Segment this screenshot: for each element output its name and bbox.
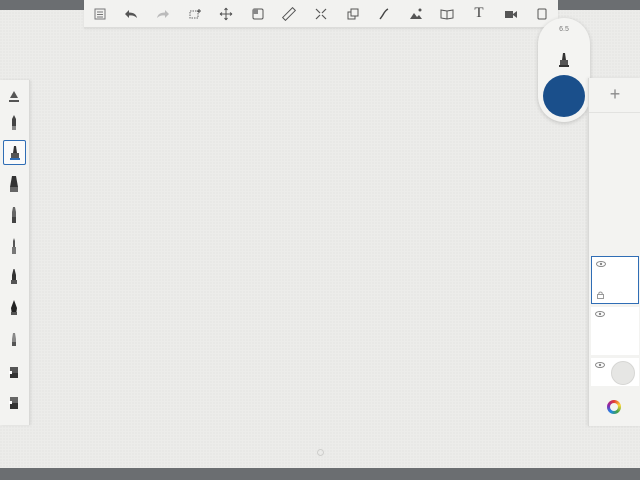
fineliner-brush-icon[interactable]: [3, 265, 25, 289]
text-glyph: T: [474, 5, 484, 21]
layer-panel: +: [588, 78, 640, 426]
symmetry-icon[interactable]: [310, 3, 332, 25]
canvas-handle[interactable]: [317, 449, 324, 456]
stroke-icon[interactable]: [373, 3, 395, 25]
image-import-icon[interactable]: [405, 3, 427, 25]
bottom-status-strip: [0, 468, 640, 480]
book-icon[interactable]: [436, 3, 458, 25]
redo-icon[interactable]: [152, 3, 174, 25]
ink-pen-brush-icon[interactable]: [3, 296, 25, 320]
eye-icon[interactable]: [595, 361, 605, 369]
color-wheel-icon[interactable]: [607, 400, 621, 414]
menu-icon[interactable]: [89, 3, 111, 25]
fill-eraser-brush-icon[interactable]: [3, 390, 25, 414]
pencil-brush-icon[interactable]: [3, 111, 25, 135]
paint-brush-icon[interactable]: [3, 140, 26, 165]
eraser-brush-icon[interactable]: [3, 359, 25, 383]
eye-icon[interactable]: [596, 260, 606, 268]
current-brush-icon[interactable]: [557, 51, 571, 69]
active-color-swatch[interactable]: [543, 75, 585, 117]
selection-icon[interactable]: [184, 3, 206, 25]
lock-icon[interactable]: [597, 291, 604, 299]
undo-icon[interactable]: [120, 3, 142, 25]
airbrush-icon[interactable]: [3, 172, 25, 196]
smudge-brush-icon[interactable]: [3, 327, 25, 351]
shape-icon[interactable]: [342, 3, 364, 25]
brush-settings-icon[interactable]: [3, 84, 25, 108]
add-layer-button[interactable]: +: [589, 78, 640, 110]
video-icon[interactable]: [500, 3, 522, 25]
background-color-swatch[interactable]: [611, 361, 635, 385]
pen-brush-icon[interactable]: [3, 234, 25, 258]
layer-thumbnail-2[interactable]: [591, 307, 639, 355]
layer-panel-divider: [589, 112, 640, 113]
eye-icon[interactable]: [595, 310, 605, 318]
main-toolbar: T: [84, 0, 558, 28]
brush-size-value[interactable]: 6.5: [538, 26, 590, 33]
ruler-icon[interactable]: [278, 3, 300, 25]
brush-palette: [0, 80, 30, 425]
crop-icon[interactable]: [247, 3, 269, 25]
text-icon[interactable]: T: [468, 3, 490, 25]
brush-puck[interactable]: 6.5: [538, 18, 590, 122]
background-layer[interactable]: [591, 358, 639, 386]
marker-brush-icon[interactable]: [3, 203, 25, 227]
layer-thumbnail-1[interactable]: [591, 256, 639, 304]
transform-icon[interactable]: [215, 3, 237, 25]
